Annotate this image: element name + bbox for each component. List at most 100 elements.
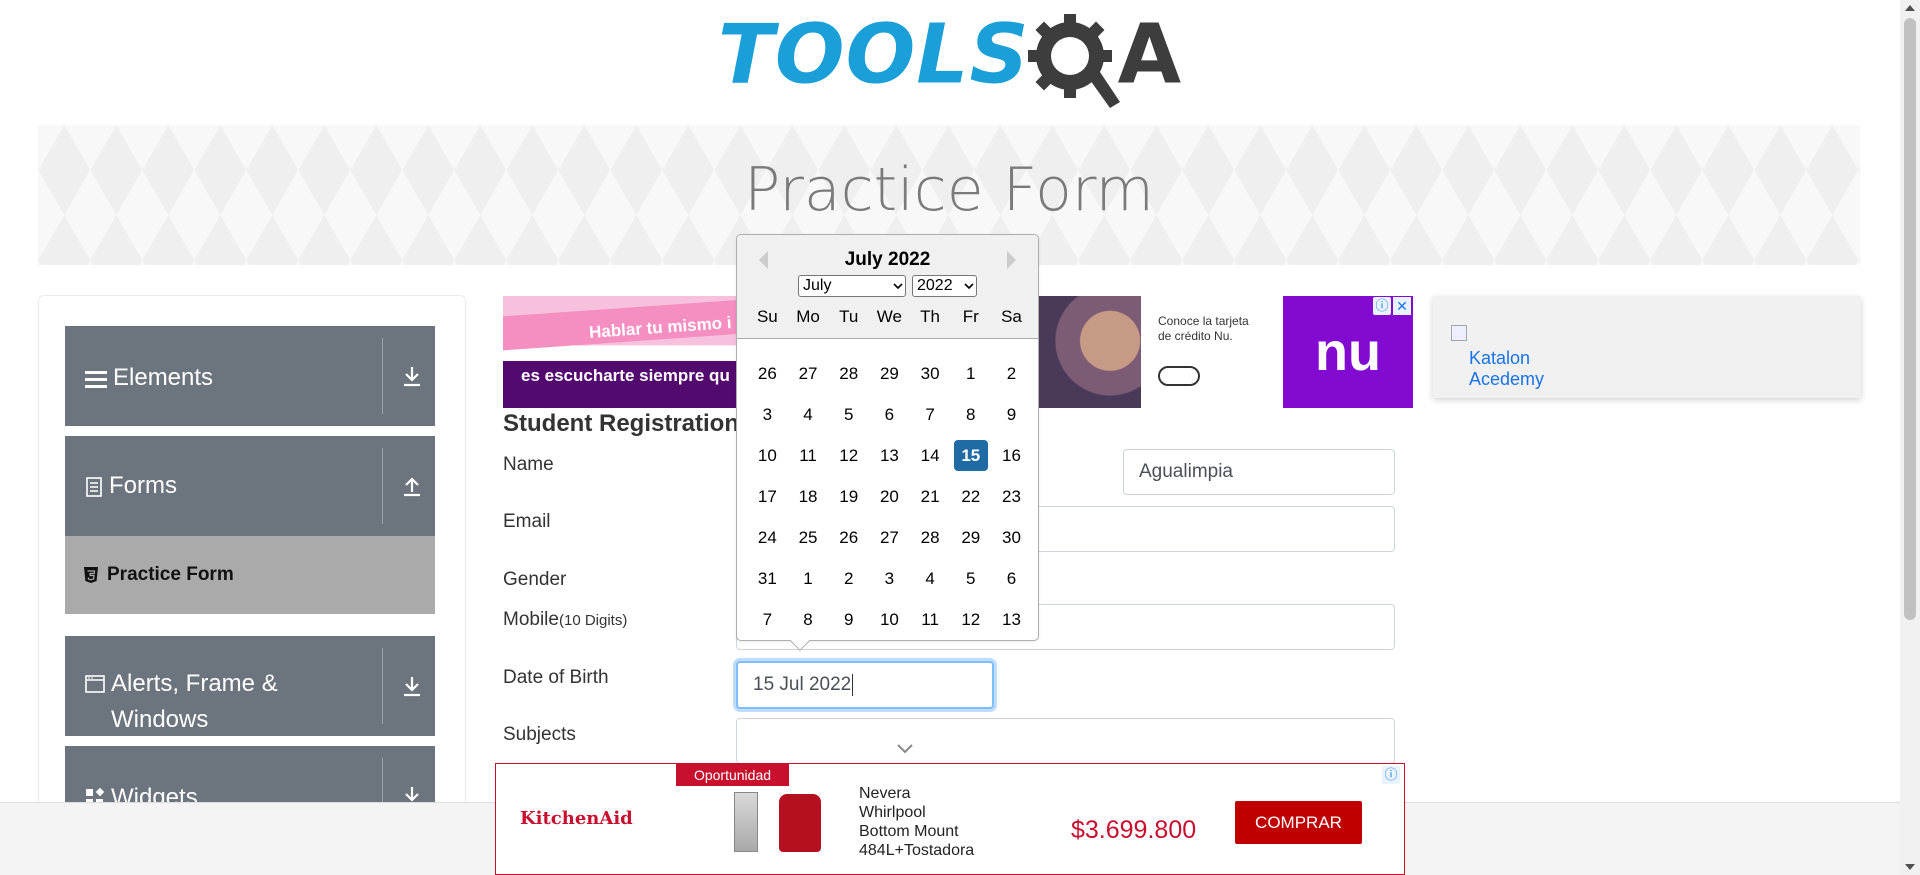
calendar-day[interactable]: 12 bbox=[950, 604, 991, 635]
last-name-input[interactable]: Agualimpia bbox=[1123, 449, 1395, 495]
window-icon bbox=[85, 675, 105, 693]
ad-info-icon[interactable]: ⓘ bbox=[1373, 297, 1391, 315]
calendar-day[interactable]: 3 bbox=[869, 563, 910, 594]
calendar-day[interactable]: 11 bbox=[788, 440, 829, 471]
mobile-label: Mobile(10 Digits) bbox=[503, 609, 627, 631]
calendar-day[interactable]: 21 bbox=[910, 481, 951, 512]
ad-close-icon[interactable]: ✕ bbox=[1393, 297, 1411, 315]
calendar-day[interactable]: 14 bbox=[910, 440, 951, 471]
calendar-day[interactable]: 4 bbox=[788, 399, 829, 430]
download-icon[interactable] bbox=[399, 363, 425, 389]
sidebar-item-label: Practice Form bbox=[107, 564, 234, 585]
calendar-day[interactable]: 24 bbox=[747, 522, 788, 553]
date-of-birth-input[interactable]: 15 Jul 2022 bbox=[736, 661, 994, 709]
calendar-day[interactable]: 2 bbox=[991, 358, 1032, 389]
calendar-day[interactable]: 9 bbox=[828, 604, 869, 635]
week-row: 3456789 bbox=[747, 394, 1032, 435]
ad-text-line2: es escucharte siempre qu bbox=[521, 366, 730, 385]
calendar-day[interactable]: 6 bbox=[991, 563, 1032, 594]
calendar-day[interactable]: 1 bbox=[950, 358, 991, 389]
toolsqa-logo[interactable]: TOOLS A bbox=[0, 0, 1900, 120]
page-scrollbar[interactable] bbox=[1900, 0, 1920, 875]
calendar-day[interactable]: 8 bbox=[788, 604, 829, 635]
ad-banner-left[interactable]: Hablar tu mismo i es escucharte siempre … bbox=[503, 296, 743, 408]
calendar-day[interactable]: 16 bbox=[991, 440, 1032, 471]
product-line: 484L+Tostadora bbox=[859, 842, 975, 859]
weekday-label: Th bbox=[920, 307, 941, 326]
sidebar-group-elements[interactable]: Elements bbox=[65, 326, 435, 426]
month-select-value: July bbox=[803, 277, 832, 294]
ad-nu-text: Conoce la tarjeta de crédito Nu. bbox=[1158, 314, 1249, 344]
year-select-value: 2022 bbox=[917, 277, 953, 294]
calendar-day[interactable]: 13 bbox=[869, 440, 910, 471]
calendar-day[interactable]: 20 bbox=[869, 481, 910, 512]
gear-magnifier-icon bbox=[1027, 14, 1120, 108]
calendar-day[interactable]: 25 bbox=[788, 522, 829, 553]
calendar-day[interactable]: 7 bbox=[910, 399, 951, 430]
calendar-day[interactable]: 10 bbox=[869, 604, 910, 635]
selected-day[interactable]: 15 bbox=[953, 440, 988, 471]
calendar-day[interactable]: 30 bbox=[910, 358, 951, 389]
calendar-day[interactable]: 22 bbox=[950, 481, 991, 512]
scroll-thumb[interactable] bbox=[1904, 18, 1916, 620]
calendar-day[interactable]: 27 bbox=[869, 522, 910, 553]
calendar-day[interactable]: 31 bbox=[747, 563, 788, 594]
calendar-day[interactable]: 17 bbox=[747, 481, 788, 512]
calendar-day[interactable]: 4 bbox=[910, 563, 951, 594]
calendar-day[interactable]: 30 bbox=[991, 522, 1032, 553]
week-row: 10 11 12 13 14 15 16 bbox=[747, 435, 1032, 476]
arrow-right-icon[interactable] bbox=[1158, 366, 1200, 386]
month-select[interactable]: July bbox=[798, 275, 906, 297]
dob-label: Date of Birth bbox=[503, 667, 609, 688]
scroll-down-icon[interactable] bbox=[1905, 864, 1915, 870]
subjects-input[interactable] bbox=[736, 718, 1395, 764]
sidebar-group-alerts[interactable]: Alerts, Frame & Windows bbox=[65, 636, 435, 736]
calendar-day[interactable]: 26 bbox=[828, 522, 869, 553]
calendar-day[interactable]: 10 bbox=[747, 440, 788, 471]
buy-button[interactable]: COMPRAR bbox=[1235, 801, 1362, 844]
download-icon[interactable] bbox=[399, 673, 425, 699]
calendar-day[interactable]: 18 bbox=[788, 481, 829, 512]
sidebar-item-practice-form[interactable]: Practice Form bbox=[65, 536, 435, 614]
datepicker-popup[interactable]: July 2022 July 2022 Su Mo Tu We Th Fr Sa 26 27 2… bbox=[736, 234, 1039, 651]
calendar-day[interactable]: 28 bbox=[910, 522, 951, 553]
calendar-day[interactable]: 11 bbox=[910, 604, 951, 635]
calendar-day[interactable]: 28 bbox=[828, 358, 869, 389]
katalon-ad[interactable]: Katalon Acedemy bbox=[1433, 296, 1861, 398]
calendar-day[interactable]: 26 bbox=[747, 358, 788, 389]
calendar-day[interactable]: 29 bbox=[869, 358, 910, 389]
calendar-day[interactable]: 19 bbox=[828, 481, 869, 512]
calendar-day[interactable]: 1 bbox=[788, 563, 829, 594]
datepicker-day-grid: 26 27 28 29 30 1 2 3 4 5 6 7 8 9 10 11 12 13 14 15 16 17 18 19 2… bbox=[747, 353, 1032, 640]
chevron-down-icon[interactable] bbox=[895, 742, 915, 756]
product-description: Nevera Whirlpool Bottom Mount 484L+Tosta… bbox=[859, 784, 974, 860]
product-line: Bottom Mount bbox=[859, 823, 959, 840]
calendar-day[interactable]: 2 bbox=[828, 563, 869, 594]
scroll-up-icon[interactable] bbox=[1905, 5, 1915, 11]
year-select[interactable]: 2022 bbox=[912, 275, 977, 297]
kitchenaid-logo[interactable]: KitchenAid bbox=[520, 808, 633, 829]
calendar-day[interactable]: 3 bbox=[747, 399, 788, 430]
email-label: Email bbox=[503, 511, 551, 532]
calendar-day[interactable]: 5 bbox=[950, 563, 991, 594]
bottom-advertisement[interactable]: KitchenAid Oportunidad Nevera Whirlpool … bbox=[495, 763, 1405, 875]
form-title: Student Registration bbox=[503, 410, 740, 437]
upload-icon[interactable] bbox=[399, 473, 425, 499]
calendar-day[interactable]: 29 bbox=[950, 522, 991, 553]
calendar-day[interactable]: 13 bbox=[991, 604, 1032, 635]
ad-info-icon[interactable]: ⓘ bbox=[1382, 766, 1400, 784]
calendar-day[interactable]: 5 bbox=[828, 399, 869, 430]
calendar-day[interactable]: 6 bbox=[869, 399, 910, 430]
calendar-day[interactable]: 23 bbox=[991, 481, 1032, 512]
calendar-day[interactable]: 12 bbox=[828, 440, 869, 471]
calendar-day[interactable]: 9 bbox=[991, 399, 1032, 430]
calendar-day[interactable]: 7 bbox=[747, 604, 788, 635]
email-input[interactable] bbox=[1039, 506, 1395, 552]
next-month-icon[interactable] bbox=[1007, 251, 1016, 269]
mobile-hint: (10 Digits) bbox=[558, 612, 628, 629]
ad-tag: Oportunidad bbox=[676, 764, 789, 786]
sidebar-group-forms[interactable]: Forms bbox=[65, 436, 435, 536]
divider bbox=[382, 648, 383, 724]
calendar-day[interactable]: 8 bbox=[950, 399, 991, 430]
calendar-day[interactable]: 27 bbox=[788, 358, 829, 389]
